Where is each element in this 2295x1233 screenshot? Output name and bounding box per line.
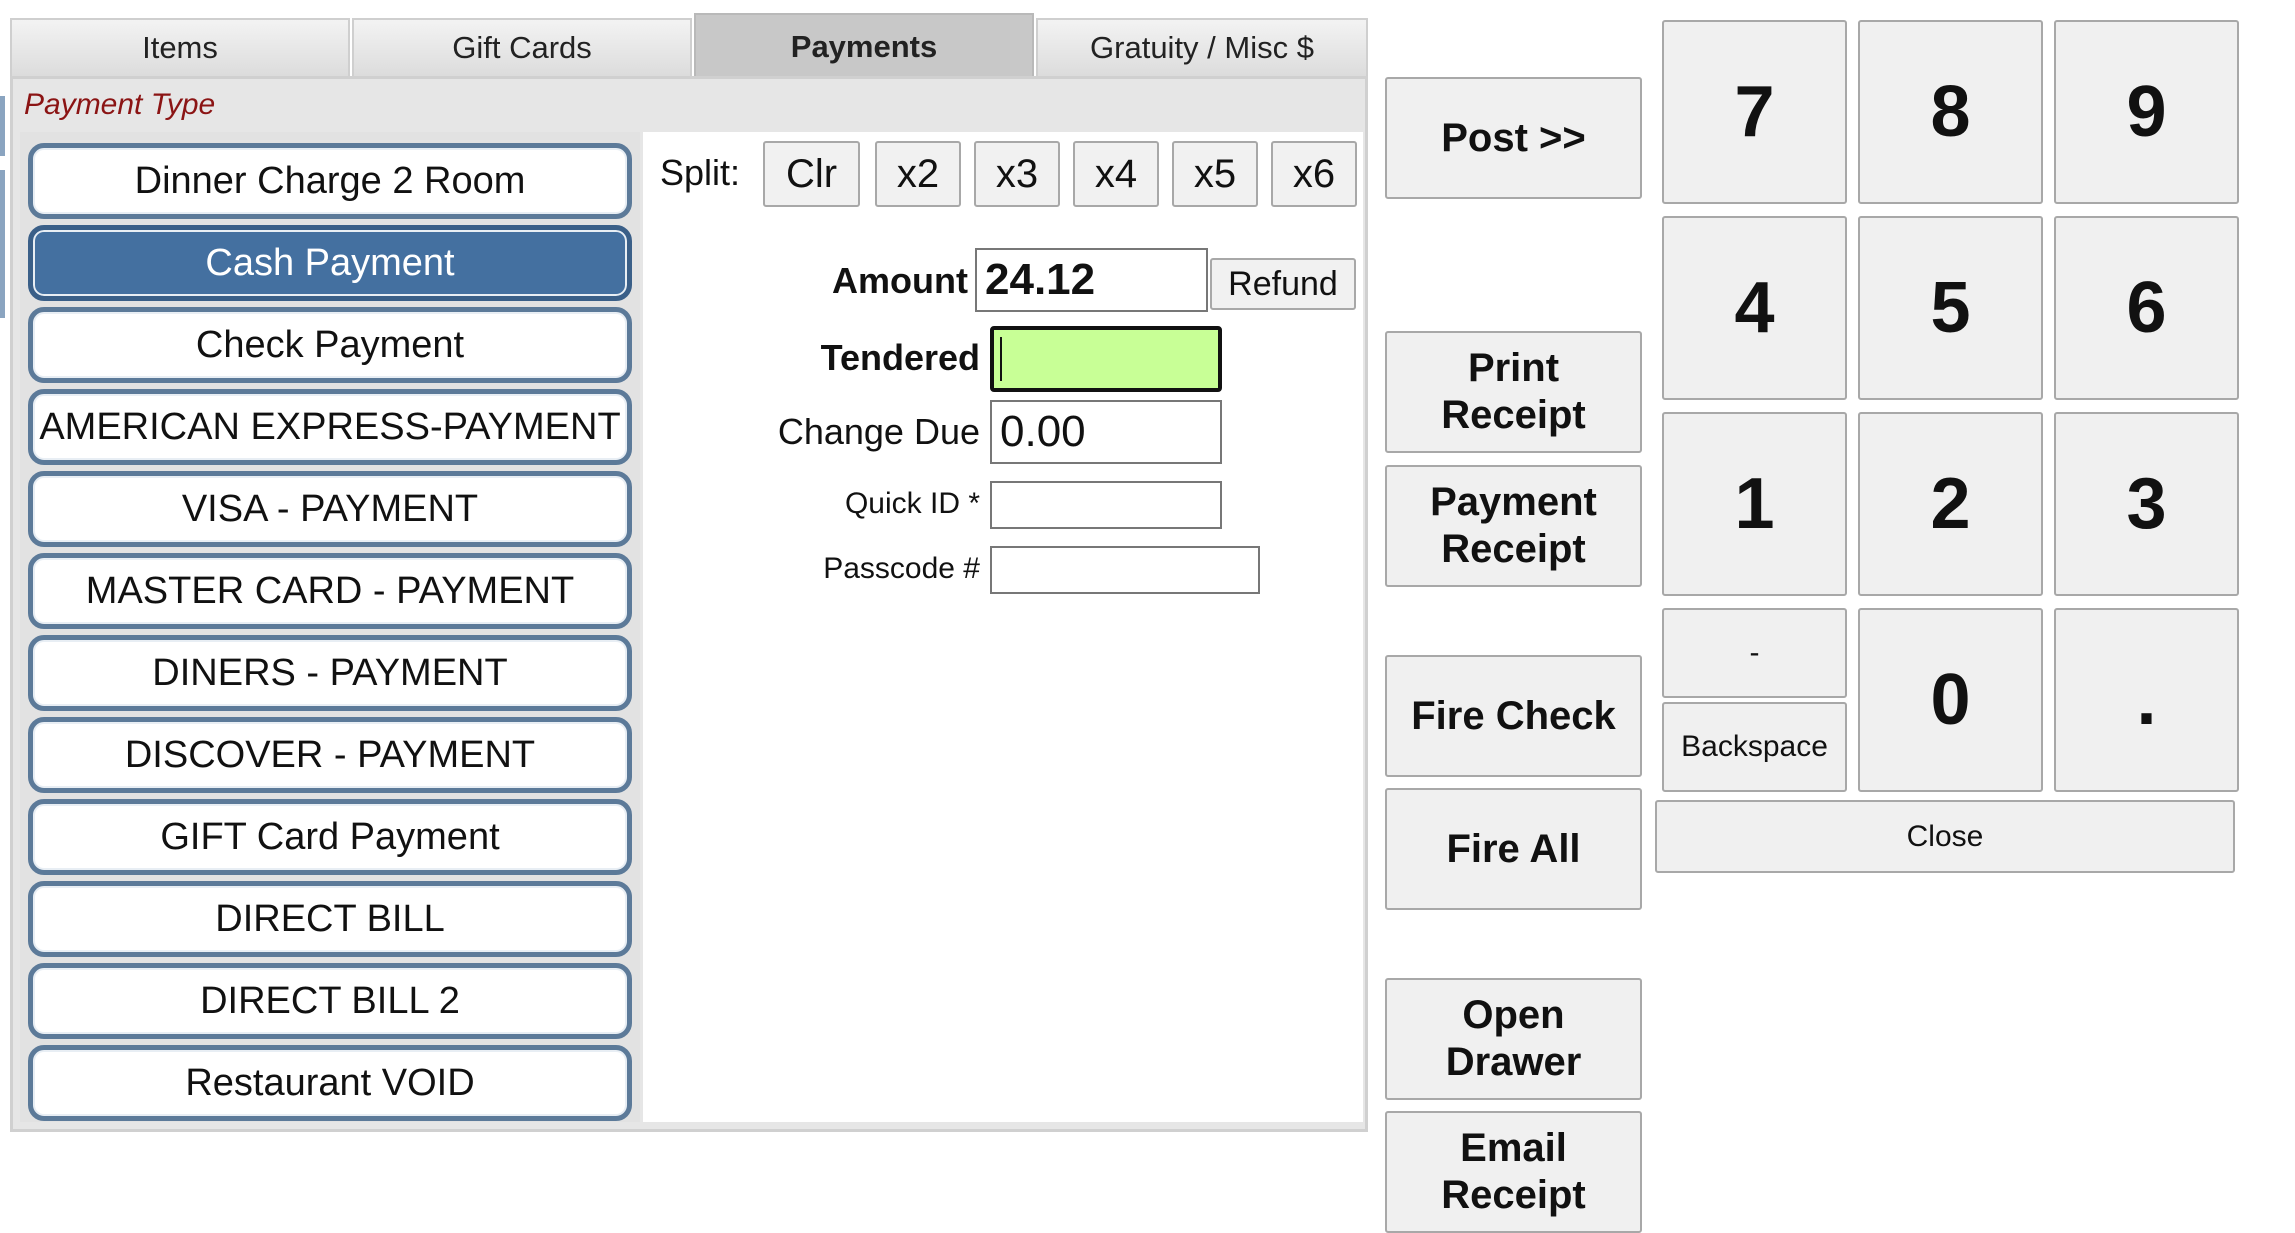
payment-type-button-selected[interactable]: Cash Payment: [28, 225, 632, 301]
split-x4-button[interactable]: x4: [1073, 141, 1159, 207]
key-7[interactable]: 7: [1662, 20, 1847, 204]
change-due-label: Change Due: [777, 411, 980, 452]
window-edge-mark: [0, 96, 5, 156]
payment-type-button[interactable]: AMERICAN EXPRESS-PAYMENT: [28, 389, 632, 465]
key-5[interactable]: 5: [1858, 216, 2043, 400]
key-minus[interactable]: -: [1662, 608, 1847, 698]
quick-id-input[interactable]: [990, 481, 1222, 529]
payment-type-button[interactable]: MASTER CARD - PAYMENT: [28, 553, 632, 629]
key-8[interactable]: 8: [1858, 20, 2043, 204]
email-receipt-line1: Email: [1460, 1126, 1567, 1170]
payment-type-button[interactable]: Check Payment: [28, 307, 632, 383]
fire-check-button[interactable]: Fire Check: [1385, 655, 1642, 777]
payment-type-button[interactable]: GIFT Card Payment: [28, 799, 632, 875]
payment-type-button[interactable]: VISA - PAYMENT: [28, 471, 632, 547]
tab-payments[interactable]: Payments: [694, 13, 1034, 78]
payment-type-button[interactable]: Restaurant VOID: [28, 1045, 632, 1121]
payment-receipt-line1: Payment: [1430, 480, 1597, 524]
payment-type-button[interactable]: DIRECT BILL 2: [28, 963, 632, 1039]
payment-type-button[interactable]: DIRECT BILL: [28, 881, 632, 957]
key-2[interactable]: 2: [1858, 412, 2043, 596]
key-decimal[interactable]: .: [2054, 608, 2239, 792]
quick-id-label: Quick ID *: [844, 487, 980, 520]
split-x3-button[interactable]: x3: [974, 141, 1060, 207]
open-drawer-button[interactable]: Open Drawer: [1385, 978, 1642, 1100]
split-label: Split:: [660, 152, 741, 193]
open-drawer-line2: Drawer: [1445, 1040, 1582, 1084]
split-x5-button[interactable]: x5: [1172, 141, 1258, 207]
change-due-field: 0.00: [990, 400, 1222, 464]
window-edge-mark: [0, 170, 5, 318]
print-receipt-line1: Print: [1467, 346, 1560, 390]
amount-label: Amount: [832, 260, 968, 301]
post-button[interactable]: Post >>: [1385, 77, 1642, 199]
close-button[interactable]: Close: [1655, 800, 2235, 873]
tendered-input[interactable]: [990, 326, 1222, 392]
key-6[interactable]: 6: [2054, 216, 2239, 400]
payment-type-button[interactable]: Dinner Charge 2 Room: [28, 143, 632, 219]
key-1[interactable]: 1: [1662, 412, 1847, 596]
passcode-label: Passcode #: [823, 552, 980, 585]
backspace-button[interactable]: Backspace: [1662, 702, 1847, 792]
print-receipt-line2: Receipt: [1441, 393, 1586, 437]
key-3[interactable]: 3: [2054, 412, 2239, 596]
tab-items[interactable]: Items: [10, 18, 350, 76]
open-drawer-line1: Open: [1462, 993, 1565, 1037]
tab-gift-cards[interactable]: Gift Cards: [352, 18, 692, 76]
email-receipt-button[interactable]: Email Receipt: [1385, 1111, 1642, 1233]
key-4[interactable]: 4: [1662, 216, 1847, 400]
payment-type-label: Payment Type: [24, 88, 216, 121]
email-receipt-line2: Receipt: [1441, 1173, 1586, 1217]
fire-all-button[interactable]: Fire All: [1385, 788, 1642, 910]
key-0[interactable]: 0: [1858, 608, 2043, 792]
payment-receipt-line2: Receipt: [1441, 527, 1586, 571]
key-9[interactable]: 9: [2054, 20, 2239, 204]
payment-type-button[interactable]: DISCOVER - PAYMENT: [28, 717, 632, 793]
payment-type-button[interactable]: DINERS - PAYMENT: [28, 635, 632, 711]
tendered-label: Tendered: [820, 337, 980, 378]
split-x6-button[interactable]: x6: [1271, 141, 1357, 207]
split-clear-button[interactable]: Clr: [763, 141, 860, 207]
text-cursor: [1000, 337, 1002, 381]
split-x2-button[interactable]: x2: [875, 141, 961, 207]
print-receipt-button[interactable]: Print Receipt: [1385, 331, 1642, 453]
amount-field[interactable]: 24.12: [975, 248, 1208, 312]
payment-receipt-button[interactable]: Payment Receipt: [1385, 465, 1642, 587]
refund-button[interactable]: Refund: [1210, 258, 1356, 310]
tab-gratuity-misc[interactable]: Gratuity / Misc $: [1036, 18, 1368, 76]
passcode-input[interactable]: [990, 546, 1260, 594]
